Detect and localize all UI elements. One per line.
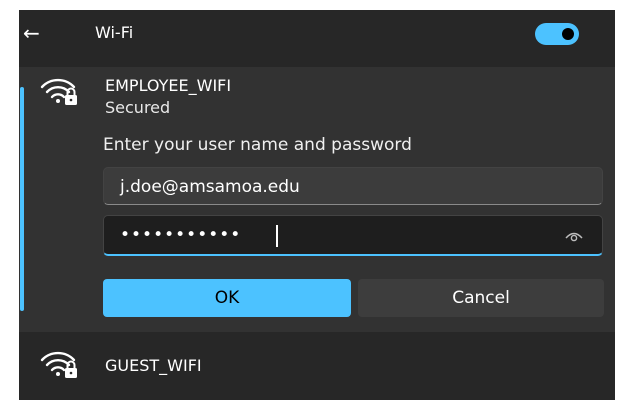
page-title: Wi-Fi xyxy=(95,23,134,42)
wifi-secured-icon xyxy=(40,78,77,105)
text-caret xyxy=(276,225,278,247)
network-item-employee-wifi: EMPLOYEE_WIFI Secured Enter your user na… xyxy=(19,67,615,332)
credential-prompt: Enter your user name and password xyxy=(103,135,412,155)
network-name: EMPLOYEE_WIFI xyxy=(105,76,232,95)
wifi-header: ← Wi-Fi xyxy=(19,10,615,58)
wifi-flyout: ← Wi-Fi EMPLOYEE_WIFI Secured Enter your… xyxy=(19,10,615,400)
password-field[interactable]: ••••••••••• xyxy=(103,215,603,256)
wifi-toggle[interactable] xyxy=(535,23,579,45)
network-name: GUEST_WIFI xyxy=(105,356,202,375)
password-value: ••••••••••• xyxy=(120,225,242,245)
cancel-button[interactable]: Cancel xyxy=(358,279,604,317)
username-field[interactable]: j.doe@amsamoa.edu xyxy=(103,167,603,205)
username-value: j.doe@amsamoa.edu xyxy=(120,177,300,197)
back-arrow-icon[interactable]: ← xyxy=(23,19,47,47)
network-item-guest-wifi[interactable]: GUEST_WIFI xyxy=(19,332,615,400)
ok-button[interactable]: OK xyxy=(103,279,351,317)
reveal-password-icon[interactable] xyxy=(564,228,584,244)
wifi-secured-icon xyxy=(40,351,77,378)
selection-indicator xyxy=(20,87,24,311)
network-status: Secured xyxy=(105,98,171,117)
toggle-knob xyxy=(562,28,574,40)
